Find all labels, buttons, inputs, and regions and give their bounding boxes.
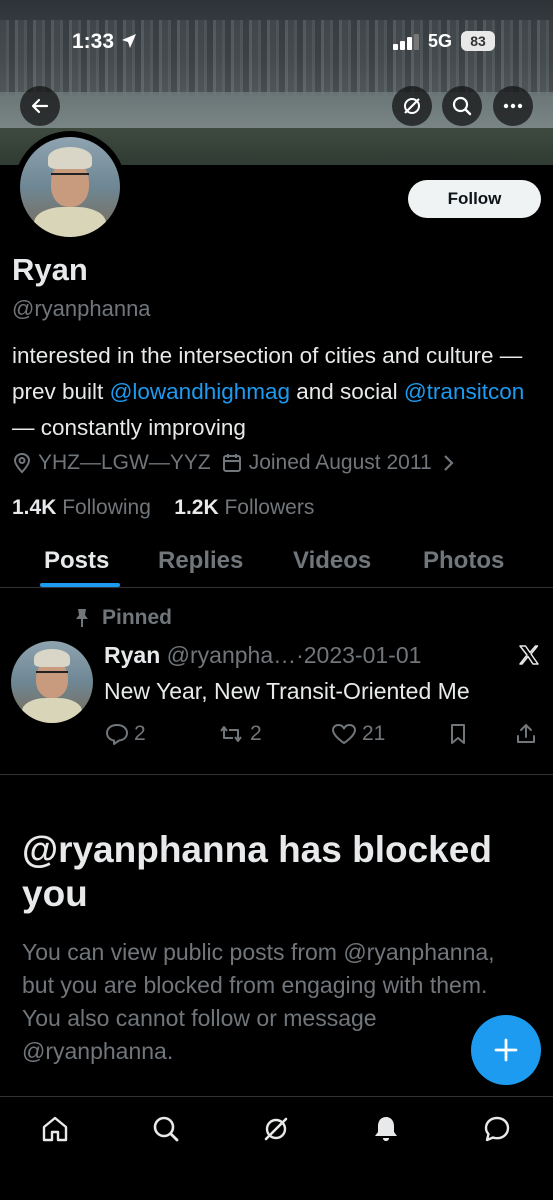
grok-icon: [264, 1117, 288, 1141]
like-button[interactable]: 21: [330, 722, 385, 746]
messages-icon: [484, 1116, 510, 1142]
followers-label: Followers: [224, 496, 315, 519]
reply-count: 2: [134, 722, 146, 745]
tab-videos[interactable]: Videos: [293, 547, 371, 575]
profile-bio: interested in the intersection of cities…: [12, 338, 542, 446]
following-count: 1.4K: [12, 496, 57, 519]
repost-icon: [220, 726, 242, 742]
location-arrow-icon: [120, 32, 138, 55]
following-link[interactable]: 1.4K Following: [12, 496, 151, 519]
profile-tabs: Posts Replies Videos Photos: [0, 538, 553, 588]
battery-indicator: 83: [461, 31, 495, 51]
x-logo-icon: [517, 643, 541, 674]
post-author-avatar[interactable]: [11, 641, 93, 723]
bell-icon: [375, 1117, 397, 1141]
plus-icon: [494, 1038, 518, 1062]
tab-replies[interactable]: Replies: [158, 547, 243, 575]
arrow-left-icon: [31, 98, 49, 114]
active-tab-indicator: [40, 583, 120, 587]
bio-text: — constantly improving: [12, 415, 246, 440]
bio-mention-transitcon[interactable]: @transitcon: [404, 379, 524, 404]
bookmark-icon: [451, 724, 465, 744]
follow-button[interactable]: Follow: [408, 180, 541, 218]
network-type: 5G: [428, 31, 453, 51]
status-bar: 1:33 5G 83: [0, 28, 553, 58]
followers-link[interactable]: 1.2K Followers: [174, 496, 314, 519]
repost-count: 2: [250, 722, 262, 745]
compose-post-button[interactable]: [471, 1015, 541, 1085]
nav-notifications[interactable]: [368, 1111, 404, 1147]
share-button[interactable]: [514, 722, 542, 746]
grok-button[interactable]: [392, 86, 432, 126]
nav-messages[interactable]: [479, 1111, 515, 1147]
post-author-handle[interactable]: @ryanpha…: [167, 642, 296, 668]
followers-count: 1.2K: [174, 496, 219, 519]
search-button[interactable]: [442, 86, 482, 126]
profile-avatar[interactable]: [14, 131, 126, 243]
bio-mention-lowandhighmag[interactable]: @lowandhighmag: [110, 379, 290, 404]
bookmark-button[interactable]: [446, 722, 474, 746]
profile-joined: Joined August 2011: [248, 451, 432, 474]
pinned-label: Pinned: [102, 606, 173, 629]
chevron-right-icon[interactable]: [442, 453, 456, 473]
tab-photos[interactable]: Photos: [423, 547, 504, 575]
more-button[interactable]: [493, 86, 533, 126]
follow-counts: 1.4K Following 1.2K Followers: [12, 496, 314, 520]
heart-icon: [332, 724, 356, 744]
status-time: 1:33: [72, 30, 115, 53]
post-date: ·2023-01-01: [296, 642, 422, 668]
location-pin-icon: [13, 452, 31, 474]
signal-icon: [393, 34, 423, 55]
home-icon: [42, 1116, 68, 1142]
nav-grok[interactable]: [258, 1111, 294, 1147]
blocked-title: @ryanphanna has blocked you: [22, 829, 492, 914]
nav-search[interactable]: [148, 1111, 184, 1147]
reply-button[interactable]: 2: [104, 722, 146, 746]
more-dots-icon: [503, 103, 523, 109]
post-author-name[interactable]: Ryan: [104, 642, 160, 668]
post-text[interactable]: New Year, New Transit-Oriented Me: [104, 678, 470, 705]
share-icon: [517, 724, 535, 743]
blocked-message: You can view public posts from @ryanphan…: [22, 939, 495, 1064]
bio-text: and social: [290, 379, 404, 404]
search-icon: [452, 96, 472, 116]
pin-icon: [76, 609, 88, 627]
post-actions: 2 2 21: [104, 722, 544, 752]
repost-button[interactable]: 2: [216, 722, 262, 746]
pinned-indicator: Pinned: [72, 606, 172, 630]
search-icon: [153, 1116, 179, 1142]
profile-name: Ryan: [12, 252, 88, 287]
post-header: Ryan @ryanpha…·2023-01-01: [104, 642, 421, 669]
back-button[interactable]: [20, 86, 60, 126]
tab-posts[interactable]: Posts: [44, 547, 109, 575]
like-count: 21: [362, 722, 386, 745]
profile-meta: YHZ—LGW—YYZ Joined August 2011: [12, 451, 462, 475]
profile-handle: @ryanphanna: [12, 296, 151, 321]
grok-icon: [404, 98, 420, 114]
bottom-nav: [0, 1096, 553, 1200]
reply-icon: [106, 724, 128, 745]
avatar-photo: [11, 641, 93, 723]
nav-home[interactable]: [37, 1111, 73, 1147]
following-label: Following: [62, 496, 151, 519]
calendar-icon: [222, 454, 241, 472]
avatar-photo: [20, 137, 120, 237]
divider: [0, 774, 553, 775]
profile-location: YHZ—LGW—YYZ: [38, 451, 211, 474]
